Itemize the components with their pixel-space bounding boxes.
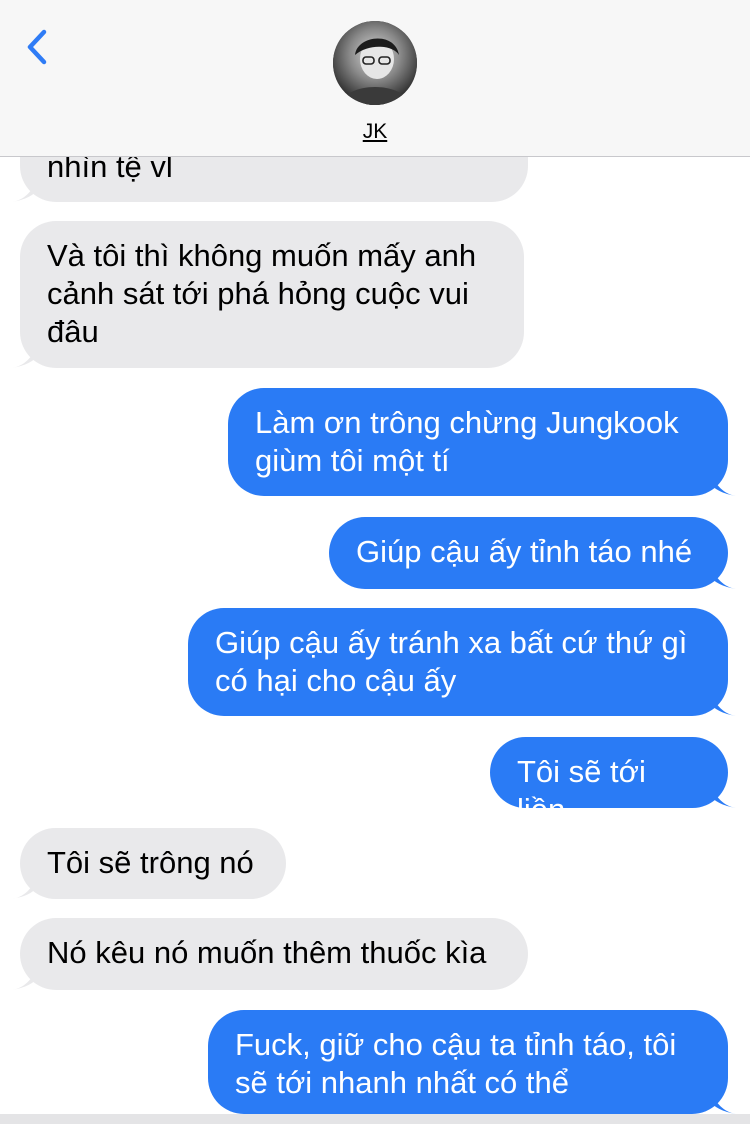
- avatar[interactable]: [333, 21, 417, 105]
- bubble-tail: [12, 875, 38, 899]
- bubble-tail: [710, 692, 736, 716]
- message-text: Nó kêu nó muốn thêm thuốc kìa: [47, 935, 487, 970]
- bubble-tail: [710, 565, 736, 589]
- chevron-left-icon: [27, 29, 47, 65]
- message-thread: nhìn tệ vl Và tôi thì không muốn mấy anh…: [0, 0, 750, 1124]
- message-bubble-outgoing[interactable]: Giúp cậu ấy tỉnh táo nhé: [329, 517, 736, 589]
- bubble-tail: [710, 472, 736, 496]
- message-text: Giúp cậu ấy tránh xa bất cứ thứ gì có hạ…: [215, 625, 688, 698]
- back-button[interactable]: [20, 26, 60, 70]
- message-text: Tôi sẽ trông nó: [47, 845, 254, 880]
- bubble-tail: [12, 966, 38, 990]
- bubble-tail: [12, 178, 38, 202]
- conversation-header: JK: [0, 0, 750, 157]
- message-text: Và tôi thì không muốn mấy anh cảnh sát t…: [47, 238, 477, 349]
- message-bubble-outgoing[interactable]: Tôi sẽ tới liền: [490, 737, 736, 827]
- message-text: Tôi sẽ tới liền: [517, 754, 646, 827]
- bubble-tail: [12, 344, 38, 368]
- message-text: Fuck, giữ cho cậu ta tỉnh táo, tôi sẽ tớ…: [235, 1027, 677, 1100]
- contact-name[interactable]: JK: [0, 120, 750, 144]
- bubble-tail: [710, 1090, 736, 1114]
- message-bubble-outgoing[interactable]: Fuck, giữ cho cậu ta tỉnh táo, tôi sẽ tớ…: [208, 1010, 736, 1114]
- bubble-tail: [710, 784, 736, 808]
- message-bubble-incoming[interactable]: Và tôi thì không muốn mấy anh cảnh sát t…: [12, 221, 524, 368]
- message-text: Làm ơn trông chừng Jungkook giùm tôi một…: [255, 405, 679, 478]
- message-bubble-outgoing[interactable]: Làm ơn trông chừng Jungkook giùm tôi một…: [228, 388, 736, 496]
- message-text: Giúp cậu ấy tỉnh táo nhé: [356, 534, 693, 569]
- bottom-edge: [0, 1114, 750, 1124]
- message-bubble-outgoing[interactable]: Giúp cậu ấy tránh xa bất cứ thứ gì có hạ…: [188, 608, 736, 716]
- contact-photo-icon: [333, 21, 417, 105]
- message-bubble-incoming[interactable]: Tôi sẽ trông nó: [12, 828, 286, 899]
- message-bubble-incoming[interactable]: Nó kêu nó muốn thêm thuốc kìa: [12, 918, 528, 990]
